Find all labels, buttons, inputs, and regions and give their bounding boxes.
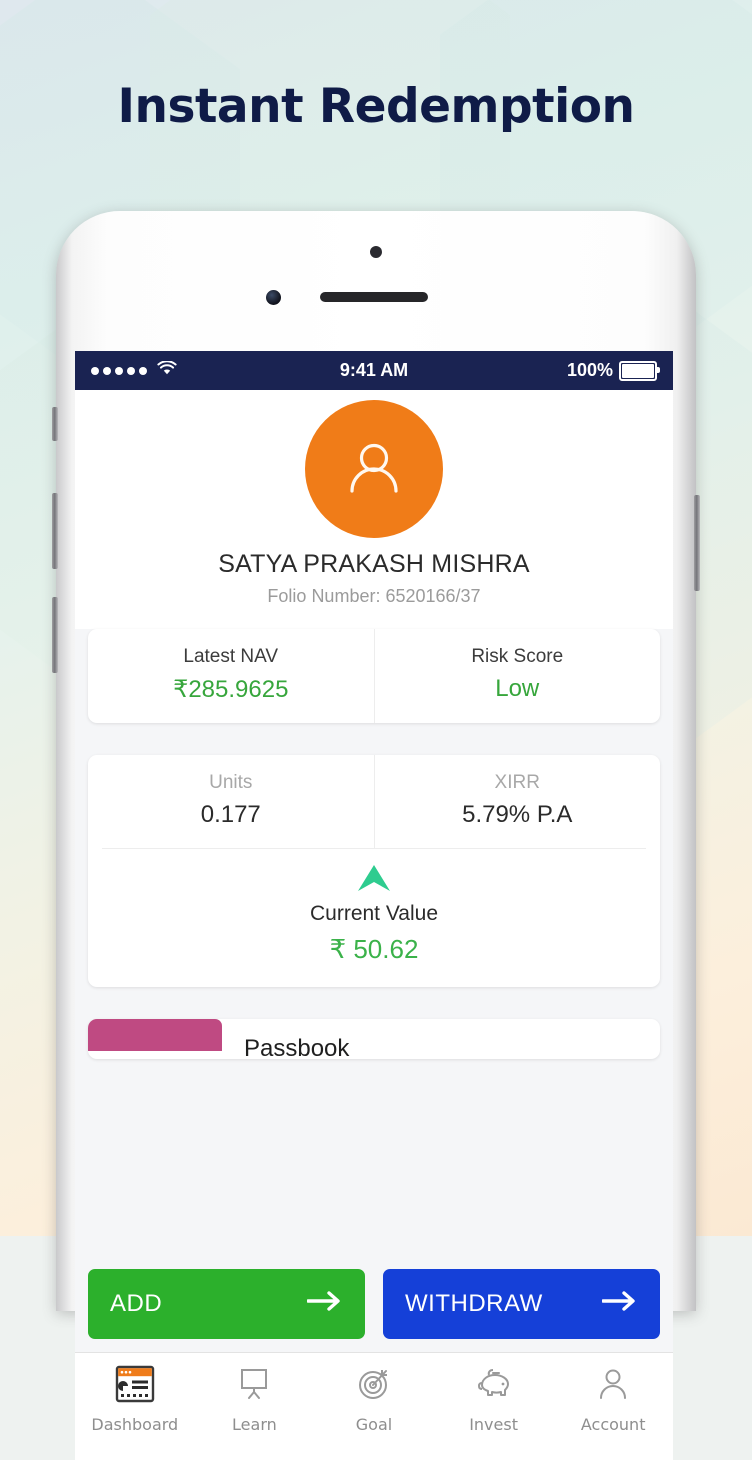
add-button-label: ADD [110, 1290, 163, 1317]
nav-item-invest[interactable]: Invest [434, 1365, 554, 1434]
action-button-bar: ADD WITHDRAW [75, 1256, 673, 1352]
add-button[interactable]: ADD [88, 1269, 365, 1339]
nav-label: Learn [232, 1415, 277, 1434]
stat-latest-nav: Latest NAV ₹285.9625 [88, 629, 374, 723]
earpiece-speaker [320, 292, 428, 302]
passbook-label: Passbook [244, 1035, 350, 1059]
passbook-tab-highlight[interactable] [88, 1019, 222, 1051]
nav-item-dashboard[interactable]: Dashboard [75, 1365, 195, 1434]
units-xirr-current-value-card: Units 0.177 XIRR 5.79% P.A Current Value… [88, 755, 660, 987]
person-icon [594, 1365, 632, 1408]
arrow-right-icon [601, 1290, 638, 1319]
battery-icon [619, 360, 661, 381]
target-icon [355, 1365, 393, 1408]
current-value-block: Current Value ₹ 50.62 [88, 849, 660, 987]
stat-xirr: XIRR 5.79% P.A [373, 755, 661, 848]
folio-number: Folio Number: 6520166/37 [267, 586, 481, 606]
passbook-card[interactable]: Passbook [88, 1019, 660, 1059]
stat-label: Latest NAV [183, 646, 279, 667]
mute-switch-button[interactable] [52, 407, 58, 441]
withdraw-button[interactable]: WITHDRAW [383, 1269, 660, 1339]
piggy-bank-icon [474, 1365, 514, 1408]
volume-up-button[interactable] [52, 493, 58, 569]
stat-label: XIRR [494, 772, 540, 793]
stat-value: 0.177 [200, 801, 261, 828]
person-avatar-icon [350, 443, 398, 493]
current-value-amount: ₹ 50.62 [329, 934, 419, 964]
card-gap-2 [75, 987, 673, 1019]
nav-item-learn[interactable]: Learn [195, 1365, 315, 1434]
nav-label: Dashboard [91, 1415, 179, 1434]
nav-label: Goal [355, 1415, 393, 1434]
nav-label: Invest [469, 1415, 518, 1434]
power-button[interactable] [694, 495, 700, 591]
stat-units: Units 0.177 [88, 755, 374, 848]
nav-risk-card: Latest NAV ₹285.9625 Risk Score Low [88, 629, 660, 723]
phone-device-frame: 9:41 AM 100% SATYA PRAKASH MISHRA Folio … [52, 211, 700, 1460]
card-gap [75, 723, 673, 755]
arrow-right-icon [306, 1290, 343, 1319]
current-value-label: Current Value [309, 902, 438, 925]
stat-value: ₹285.9625 [173, 676, 289, 703]
phone-screen: 9:41 AM 100% SATYA PRAKASH MISHRA Folio … [75, 351, 673, 1311]
stat-label: Units [209, 772, 253, 793]
profile-header: SATYA PRAKASH MISHRA Folio Number: 65201… [75, 390, 673, 629]
status-bar: 9:41 AM 100% [75, 351, 673, 390]
page-title: Instant Redemption [117, 79, 635, 134]
status-bar-time: 9:41 AM [339, 360, 409, 380]
presentation-board-icon [235, 1365, 273, 1408]
nav-label: Account [580, 1415, 646, 1434]
stat-value: 5.79% P.A [462, 801, 573, 828]
volume-down-button[interactable] [52, 597, 58, 673]
stat-value: Low [495, 675, 540, 702]
stat-label: Risk Score [471, 646, 564, 667]
bottom-navigation: Dashboard Learn Goal Invest Account [75, 1352, 673, 1460]
nav-item-goal[interactable]: Goal [314, 1365, 434, 1434]
dashboard-icon [115, 1365, 155, 1408]
stat-risk-score: Risk Score Low [373, 629, 661, 723]
withdraw-button-label: WITHDRAW [405, 1290, 543, 1317]
wifi-icon [157, 360, 177, 381]
front-camera [266, 290, 281, 305]
avatar[interactable] [305, 400, 443, 538]
battery-percent-label: 100% [566, 360, 614, 380]
up-arrow-icon [357, 865, 391, 897]
signal-dots-icon [91, 366, 147, 375]
nav-item-account[interactable]: Account [553, 1365, 673, 1434]
profile-name: SATYA PRAKASH MISHRA [218, 550, 530, 578]
proximity-sensor [370, 246, 382, 258]
